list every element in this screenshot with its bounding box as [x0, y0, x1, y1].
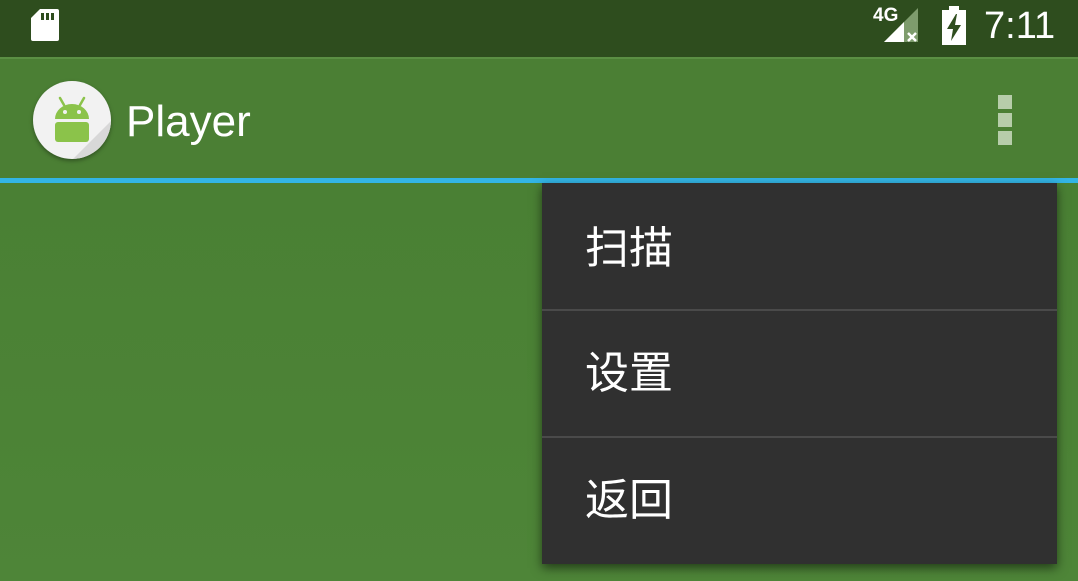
overflow-menu-icon[interactable] [980, 87, 1030, 153]
sd-card-icon [31, 9, 59, 41]
action-bar: Player [0, 57, 1078, 178]
overflow-dot [998, 113, 1012, 127]
signal-no-data-icon [884, 8, 918, 42]
menu-item-settings[interactable]: 设置 [542, 311, 1057, 437]
overflow-popup-menu: 扫描 设置 返回 [542, 183, 1057, 564]
app-title: Player [126, 97, 251, 146]
overflow-dot [998, 131, 1012, 145]
menu-item-scan[interactable]: 扫描 [542, 186, 1057, 312]
menu-item-back[interactable]: 返回 [542, 438, 1057, 564]
battery-charging-icon [942, 6, 966, 45]
clock: 7:11 [984, 5, 1056, 47]
overflow-dot [998, 95, 1012, 109]
status-bar: 4G 7:11 [0, 0, 1078, 57]
android-icon[interactable] [33, 81, 111, 159]
